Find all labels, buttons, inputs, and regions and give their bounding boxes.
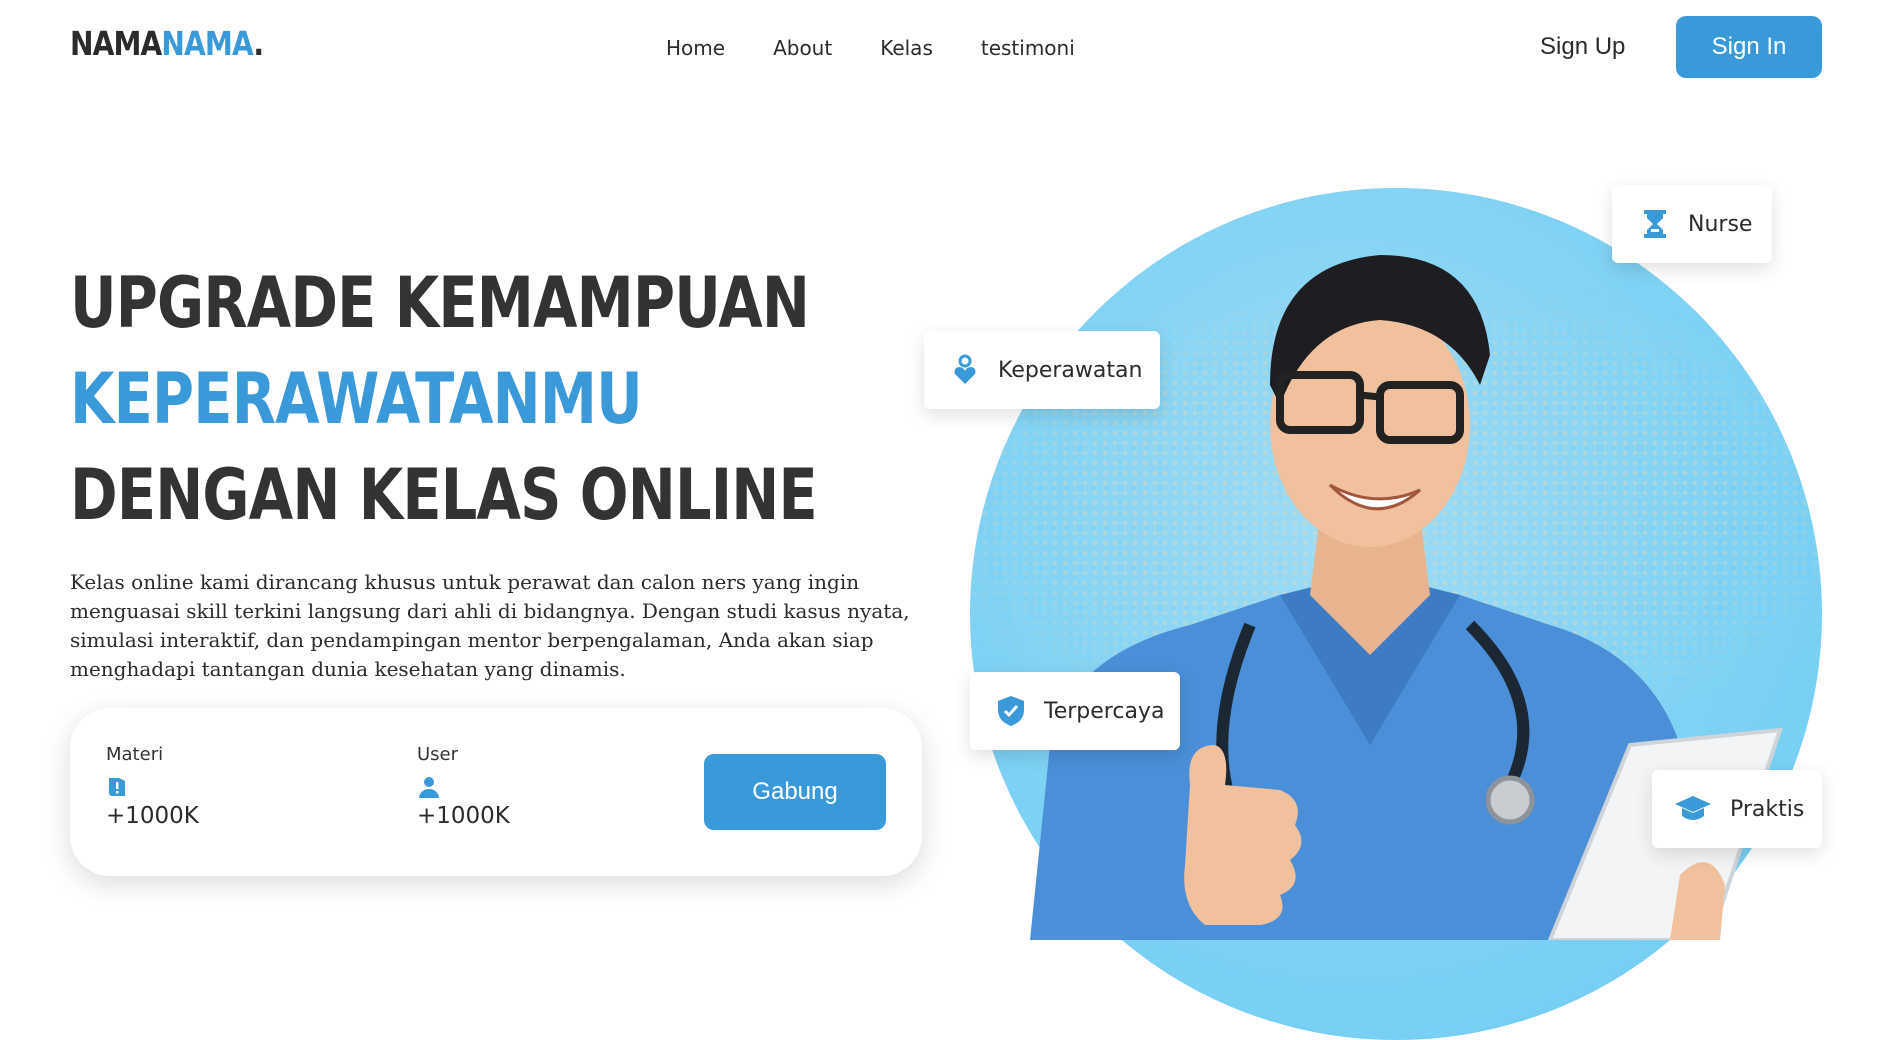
- nav-link-testimoni[interactable]: testimoni: [981, 36, 1075, 60]
- nav-link-kelas[interactable]: Kelas: [880, 36, 933, 60]
- hero-title-line2: KEPERAWATANMU: [70, 358, 643, 440]
- badge-terpercaya: Terpercaya: [970, 672, 1180, 750]
- hero-title: UPGRADE KEMAMPUAN KEPERAWATANMU DENGAN K…: [70, 255, 818, 543]
- logo-part1: NAMA: [70, 24, 162, 63]
- badge-praktis-label: Praktis: [1730, 796, 1805, 822]
- hero-title-line1: UPGRADE KEMAMPUAN: [70, 262, 810, 344]
- sign-in-button[interactable]: Sign In: [1676, 16, 1822, 78]
- hero-title-line3: DENGAN KELAS ONLINE: [70, 454, 818, 536]
- logo[interactable]: NAMANAMA.: [70, 24, 264, 63]
- stat-user-value: +1000K: [417, 803, 510, 829]
- badge-terpercaya-label: Terpercaya: [1044, 698, 1165, 724]
- caregiver-icon: [950, 354, 980, 385]
- badge-praktis: Praktis: [1652, 770, 1822, 848]
- sign-up-link[interactable]: Sign Up: [1540, 33, 1625, 61]
- stats-card: Materi +1000K User +1000K Gabung: [70, 708, 922, 876]
- shield-check-icon: [996, 696, 1026, 726]
- logo-dot: .: [253, 24, 264, 63]
- nav-link-home[interactable]: Home: [666, 36, 725, 60]
- user-icon: [417, 775, 441, 799]
- join-button[interactable]: Gabung: [704, 754, 886, 830]
- stat-user-label: User: [417, 744, 459, 765]
- badge-nurse: Nurse: [1612, 185, 1772, 263]
- graduation-cap-icon: [1674, 794, 1712, 824]
- logo-part2: NAMA: [161, 24, 254, 63]
- book-icon: [106, 775, 130, 799]
- main-nav: Home About Kelas testimoni: [666, 36, 1123, 60]
- stat-materi: Materi +1000K: [106, 744, 199, 829]
- stat-materi-value: +1000K: [106, 803, 199, 829]
- stat-materi-label: Materi: [106, 744, 164, 765]
- hourglass-icon: [1640, 209, 1670, 239]
- badge-keperawatan-label: Keperawatan: [998, 357, 1143, 383]
- hero-description: Kelas online kami dirancang khusus untuk…: [70, 570, 910, 681]
- badge-keperawatan: Keperawatan: [924, 331, 1160, 409]
- badge-nurse-label: Nurse: [1688, 211, 1753, 237]
- nav-link-about[interactable]: About: [773, 36, 832, 60]
- stat-user: User +1000K: [417, 744, 510, 829]
